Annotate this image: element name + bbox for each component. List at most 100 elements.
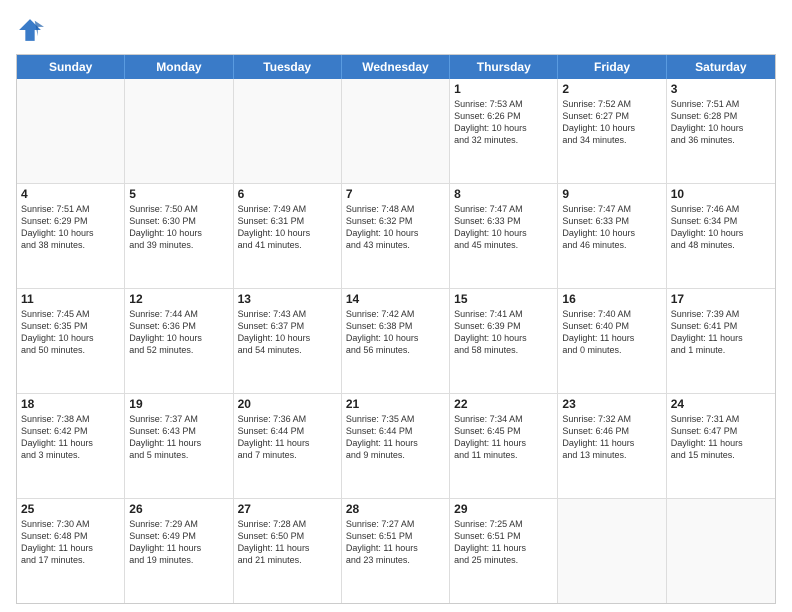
day-info: Sunrise: 7:28 AM Sunset: 6:50 PM Dayligh… [238,518,337,567]
day-cell-20: 20 Sunrise: 7:36 AM Sunset: 6:44 PM Dayli… [234,394,342,498]
day-cell-19: 19 Sunrise: 7:37 AM Sunset: 6:43 PM Dayli… [125,394,233,498]
day-cell-4: 4 Sunrise: 7:51 AM Sunset: 6:29 PM Daylig… [17,184,125,288]
day-cell-21: 21 Sunrise: 7:35 AM Sunset: 6:44 PM Dayli… [342,394,450,498]
day-info: Sunrise: 7:29 AM Sunset: 6:49 PM Dayligh… [129,518,228,567]
day-info: Sunrise: 7:46 AM Sunset: 6:34 PM Dayligh… [671,203,771,252]
logo-icon [16,16,44,44]
empty-cell-r0c1 [125,79,233,183]
empty-cell-r0c0 [17,79,125,183]
day-number: 19 [129,397,228,411]
day-info: Sunrise: 7:47 AM Sunset: 6:33 PM Dayligh… [454,203,553,252]
calendar-header: SundayMondayTuesdayWednesdayThursdayFrid… [17,55,775,79]
empty-cell-r0c3 [342,79,450,183]
day-info: Sunrise: 7:37 AM Sunset: 6:43 PM Dayligh… [129,413,228,462]
empty-cell-r4c6 [667,499,775,603]
logo [16,16,48,44]
day-cell-1: 1 Sunrise: 7:53 AM Sunset: 6:26 PM Daylig… [450,79,558,183]
day-number: 8 [454,187,553,201]
day-cell-25: 25 Sunrise: 7:30 AM Sunset: 6:48 PM Dayli… [17,499,125,603]
day-info: Sunrise: 7:51 AM Sunset: 6:28 PM Dayligh… [671,98,771,147]
day-cell-23: 23 Sunrise: 7:32 AM Sunset: 6:46 PM Dayli… [558,394,666,498]
day-info: Sunrise: 7:31 AM Sunset: 6:47 PM Dayligh… [671,413,771,462]
day-cell-18: 18 Sunrise: 7:38 AM Sunset: 6:42 PM Dayli… [17,394,125,498]
day-number: 28 [346,502,445,516]
day-number: 17 [671,292,771,306]
day-info: Sunrise: 7:40 AM Sunset: 6:40 PM Dayligh… [562,308,661,357]
day-cell-24: 24 Sunrise: 7:31 AM Sunset: 6:47 PM Dayli… [667,394,775,498]
day-info: Sunrise: 7:38 AM Sunset: 6:42 PM Dayligh… [21,413,120,462]
day-number: 13 [238,292,337,306]
day-number: 27 [238,502,337,516]
day-number: 24 [671,397,771,411]
day-info: Sunrise: 7:43 AM Sunset: 6:37 PM Dayligh… [238,308,337,357]
day-cell-11: 11Sunrise: 7:45 AM Sunset: 6:35 PM Dayli… [17,289,125,393]
day-info: Sunrise: 7:36 AM Sunset: 6:44 PM Dayligh… [238,413,337,462]
day-cell-6: 6 Sunrise: 7:49 AM Sunset: 6:31 PM Daylig… [234,184,342,288]
day-number: 12 [129,292,228,306]
weekday-header-sunday: Sunday [17,55,125,79]
day-info: Sunrise: 7:42 AM Sunset: 6:38 PM Dayligh… [346,308,445,357]
day-number: 9 [562,187,661,201]
day-info: Sunrise: 7:53 AM Sunset: 6:26 PM Dayligh… [454,98,553,147]
day-info: Sunrise: 7:45 AM Sunset: 6:35 PM Dayligh… [21,308,120,357]
day-number: 2 [562,82,661,96]
empty-cell-r4c5 [558,499,666,603]
weekday-header-monday: Monday [125,55,233,79]
calendar-body: 1 Sunrise: 7:53 AM Sunset: 6:26 PM Daylig… [17,79,775,603]
day-cell-2: 2 Sunrise: 7:52 AM Sunset: 6:27 PM Daylig… [558,79,666,183]
calendar-row-1: 1 Sunrise: 7:53 AM Sunset: 6:26 PM Daylig… [17,79,775,184]
day-number: 23 [562,397,661,411]
day-info: Sunrise: 7:34 AM Sunset: 6:45 PM Dayligh… [454,413,553,462]
day-info: Sunrise: 7:32 AM Sunset: 6:46 PM Dayligh… [562,413,661,462]
calendar-row-4: 18 Sunrise: 7:38 AM Sunset: 6:42 PM Dayli… [17,394,775,499]
day-number: 26 [129,502,228,516]
day-cell-7: 7 Sunrise: 7:48 AM Sunset: 6:32 PM Daylig… [342,184,450,288]
day-number: 21 [346,397,445,411]
weekday-header-friday: Friday [558,55,666,79]
day-info: Sunrise: 7:35 AM Sunset: 6:44 PM Dayligh… [346,413,445,462]
day-number: 5 [129,187,228,201]
day-number: 6 [238,187,337,201]
day-number: 22 [454,397,553,411]
day-number: 1 [454,82,553,96]
day-info: Sunrise: 7:30 AM Sunset: 6:48 PM Dayligh… [21,518,120,567]
weekday-header-saturday: Saturday [667,55,775,79]
day-info: Sunrise: 7:44 AM Sunset: 6:36 PM Dayligh… [129,308,228,357]
day-cell-28: 28 Sunrise: 7:27 AM Sunset: 6:51 PM Dayli… [342,499,450,603]
day-number: 15 [454,292,553,306]
day-info: Sunrise: 7:49 AM Sunset: 6:31 PM Dayligh… [238,203,337,252]
day-number: 7 [346,187,445,201]
empty-cell-r0c2 [234,79,342,183]
day-info: Sunrise: 7:39 AM Sunset: 6:41 PM Dayligh… [671,308,771,357]
day-cell-8: 8 Sunrise: 7:47 AM Sunset: 6:33 PM Daylig… [450,184,558,288]
day-cell-9: 9Sunrise: 7:47 AM Sunset: 6:33 PM Daylig… [558,184,666,288]
day-number: 10 [671,187,771,201]
day-cell-26: 26 Sunrise: 7:29 AM Sunset: 6:49 PM Dayli… [125,499,233,603]
day-cell-27: 27 Sunrise: 7:28 AM Sunset: 6:50 PM Dayli… [234,499,342,603]
day-cell-22: 22 Sunrise: 7:34 AM Sunset: 6:45 PM Dayli… [450,394,558,498]
day-info: Sunrise: 7:48 AM Sunset: 6:32 PM Dayligh… [346,203,445,252]
day-cell-16: 16Sunrise: 7:40 AM Sunset: 6:40 PM Dayli… [558,289,666,393]
header [16,16,776,44]
page: SundayMondayTuesdayWednesdayThursdayFrid… [0,0,792,612]
day-number: 25 [21,502,120,516]
day-info: Sunrise: 7:50 AM Sunset: 6:30 PM Dayligh… [129,203,228,252]
day-cell-17: 17 Sunrise: 7:39 AM Sunset: 6:41 PM Dayli… [667,289,775,393]
day-number: 18 [21,397,120,411]
day-cell-5: 5 Sunrise: 7:50 AM Sunset: 6:30 PM Daylig… [125,184,233,288]
day-cell-12: 12 Sunrise: 7:44 AM Sunset: 6:36 PM Dayli… [125,289,233,393]
weekday-header-wednesday: Wednesday [342,55,450,79]
weekday-header-tuesday: Tuesday [234,55,342,79]
day-cell-14: 14Sunrise: 7:42 AM Sunset: 6:38 PM Dayli… [342,289,450,393]
day-cell-29: 29Sunrise: 7:25 AM Sunset: 6:51 PM Dayli… [450,499,558,603]
day-cell-15: 15Sunrise: 7:41 AM Sunset: 6:39 PM Dayli… [450,289,558,393]
day-info: Sunrise: 7:25 AM Sunset: 6:51 PM Dayligh… [454,518,553,567]
day-cell-10: 10 Sunrise: 7:46 AM Sunset: 6:34 PM Dayli… [667,184,775,288]
calendar-row-5: 25 Sunrise: 7:30 AM Sunset: 6:48 PM Dayli… [17,499,775,603]
day-info: Sunrise: 7:51 AM Sunset: 6:29 PM Dayligh… [21,203,120,252]
day-info: Sunrise: 7:52 AM Sunset: 6:27 PM Dayligh… [562,98,661,147]
day-number: 4 [21,187,120,201]
day-number: 20 [238,397,337,411]
day-info: Sunrise: 7:27 AM Sunset: 6:51 PM Dayligh… [346,518,445,567]
day-cell-13: 13 Sunrise: 7:43 AM Sunset: 6:37 PM Dayli… [234,289,342,393]
